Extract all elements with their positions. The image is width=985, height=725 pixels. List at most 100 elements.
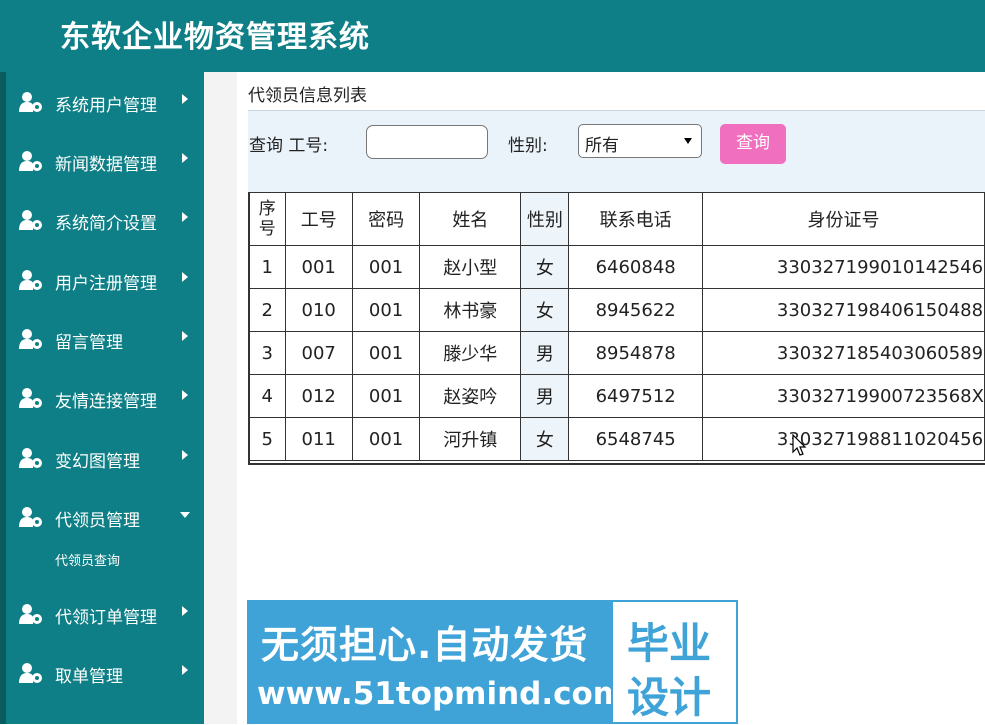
table-border-bottom [249, 463, 985, 465]
sidebar-item-label: 变幻图管理 [55, 452, 140, 472]
cell-id-number: 330327199010142546 [701, 245, 985, 289]
submenu-item-query[interactable]: 代领员查询 [55, 550, 120, 569]
sidebar-item-label: 留言管理 [55, 333, 123, 353]
col-header-index: 序号 [249, 192, 286, 246]
chevron-down-icon [684, 138, 692, 144]
employee-id-input[interactable] [366, 125, 488, 159]
sidebar-item-label: 取单管理 [55, 667, 123, 687]
cell-gender: 男 [520, 374, 570, 418]
main-gutter [204, 72, 237, 724]
sidebar-item-label: 代领订单管理 [55, 608, 157, 628]
gender-select-value: 所有 [585, 136, 619, 156]
cell-employee-id: 010 [284, 288, 353, 332]
chevron-right-icon [182, 94, 188, 104]
sidebar-item-0[interactable]: 系统用户管理 [6, 82, 204, 122]
app-title: 东软企业物资管理系统 [60, 20, 370, 55]
chevron-right-icon [182, 153, 188, 163]
cell-index: 4 [249, 374, 286, 418]
cell-phone: 8945622 [568, 288, 703, 332]
user-gear-icon [19, 329, 42, 349]
cell-gender: 女 [520, 417, 570, 461]
sidebar-item-label: 系统简介设置 [55, 214, 157, 234]
cell-index: 2 [249, 288, 286, 332]
table-row: 3 007 001 滕少华男 8954878 330327185403060589 [249, 331, 985, 375]
user-gear-icon [19, 663, 42, 683]
sidebar-item-7[interactable]: 代领员管理 [6, 497, 204, 537]
sidebar-item-1[interactable]: 新闻数据管理 [6, 141, 204, 181]
user-gear-icon [19, 270, 42, 290]
agent-table: 序号 工号 密码 姓名 性别 联系电话 身份证号 1 001 001 赵小型女 6460… [249, 192, 985, 461]
cell-password: 001 [351, 288, 421, 332]
watermark-line1: 无须担心.自动发货 [261, 623, 589, 667]
chevron-right-icon [182, 450, 188, 460]
user-gear-icon [19, 604, 42, 624]
cell-index: 3 [249, 331, 286, 375]
user-gear-icon [19, 388, 42, 408]
sidebar-item-label: 新闻数据管理 [55, 155, 157, 175]
search-bar: 查询 工号: 性别: 所有 查询 [248, 110, 985, 193]
table-row: 5 011 001 河升镇女 6548745 330327198811020456 [249, 417, 985, 461]
cell-id-number: 330327185403060589 [701, 331, 985, 375]
search-button[interactable]: 查询 [720, 124, 786, 164]
cell-password: 001 [351, 374, 421, 418]
cell-phone: 6460848 [568, 245, 703, 289]
table-row: 4 012 001 赵姿吟男 6497512 33032719900723568X [249, 374, 985, 418]
cell-name: 滕少华 [419, 331, 522, 375]
cell-phone: 6548745 [568, 417, 703, 461]
cell-password: 001 [351, 245, 421, 289]
sidebar-item-4[interactable]: 留言管理 [6, 319, 204, 359]
user-gear-icon [19, 507, 42, 527]
table-row: 1 001 001 赵小型女 6460848 330327199010142546 [249, 245, 985, 289]
cell-employee-id: 012 [284, 374, 353, 418]
col-header-employee-id: 工号 [284, 192, 353, 246]
col-header-id-number: 身份证号 [701, 192, 985, 246]
col-header-password: 密码 [351, 192, 421, 246]
cell-index: 1 [249, 245, 286, 289]
cell-id-number: 330327198406150488 [701, 288, 985, 332]
chevron-right-icon [182, 606, 188, 616]
sidebar-item-8[interactable]: 代领订单管理 [6, 594, 204, 634]
table-header-row: 序号 工号 密码 姓名 性别 联系电话 身份证号 [249, 192, 985, 246]
sidebar: 系统用户管理新闻数据管理 系统简介设置 用户注册管理 留言管理友情连接管理 变幻图管理代… [0, 72, 204, 724]
cell-id-number: 330327198811020456 [701, 417, 985, 461]
watermark-banner: 无须担心.自动发货 www.51topmind.com 毕业 设计 [247, 600, 738, 724]
cell-employee-id: 007 [284, 331, 353, 375]
sidebar-item-label: 友情连接管理 [55, 392, 157, 412]
sidebar-item-6[interactable]: 变幻图管理 [6, 438, 204, 478]
sidebar-item-label: 用户注册管理 [55, 274, 157, 294]
watermark-badge-line2: 设计 [627, 673, 712, 722]
chevron-right-icon [182, 665, 188, 675]
cell-name: 林书豪 [419, 288, 522, 332]
table-row: 2 010 001 林书豪女 8945622 330327198406150488 [249, 288, 985, 332]
panel-title: 代领员信息列表 [248, 86, 367, 106]
col-header-name: 姓名 [419, 192, 522, 246]
col-header-phone: 联系电话 [568, 192, 703, 246]
cell-name: 河升镇 [419, 417, 522, 461]
cell-employee-id: 011 [284, 417, 353, 461]
watermark-url: www.51topmind.com [257, 676, 626, 712]
user-gear-icon [19, 448, 42, 468]
sidebar-item-2[interactable]: 系统简介设置 [6, 200, 204, 240]
chevron-right-icon [182, 212, 188, 222]
chevron-right-icon [182, 390, 188, 400]
sidebar-item-label: 代领员管理 [55, 511, 140, 531]
sidebar-item-5[interactable]: 友情连接管理 [6, 378, 204, 418]
cell-phone: 6497512 [568, 374, 703, 418]
cell-name: 赵姿吟 [419, 374, 522, 418]
cell-password: 001 [351, 417, 421, 461]
query-label: 查询 工号: [249, 136, 329, 156]
user-gear-icon [19, 92, 42, 112]
gender-select[interactable]: 所有 [578, 124, 702, 158]
app-header: 东软企业物资管理系统 [0, 0, 985, 72]
cell-password: 001 [351, 331, 421, 375]
cell-index: 5 [249, 417, 286, 461]
user-gear-icon [19, 210, 42, 230]
chevron-down-icon [180, 512, 190, 518]
cell-gender: 女 [520, 245, 570, 289]
chevron-right-icon [182, 272, 188, 282]
mouse-cursor-icon [792, 434, 807, 456]
sidebar-item-3[interactable]: 用户注册管理 [6, 260, 204, 300]
sidebar-item-9[interactable]: 取单管理 [6, 653, 204, 693]
gender-label: 性别: [508, 136, 548, 156]
cell-employee-id: 001 [284, 245, 353, 289]
